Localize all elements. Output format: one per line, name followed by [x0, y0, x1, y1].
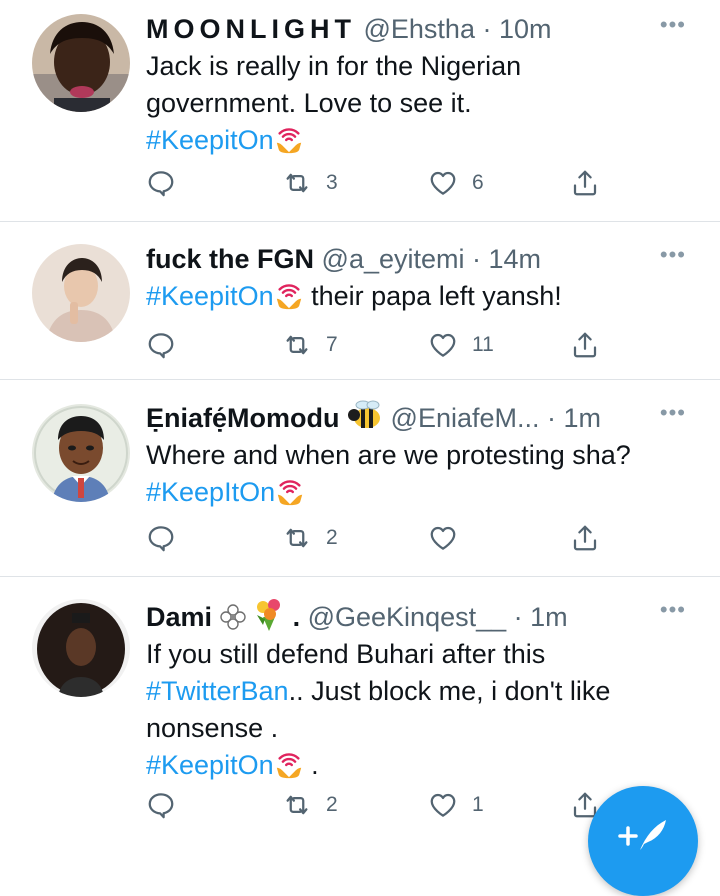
tweet-header: fuck the FGN @a_eyitemi · 14m [146, 242, 700, 276]
tweet-text-line: Jack is really in for the Nigerian [146, 51, 522, 81]
heart-icon [428, 168, 458, 198]
tweet-text-line: Where and when are we protesting sha? [146, 440, 631, 470]
retweet-icon [282, 790, 312, 820]
display-name[interactable]: Ẹniafẹ́Momodu [146, 403, 340, 433]
retweet-icon [282, 523, 312, 553]
flower-emoji-icon [219, 604, 246, 630]
bouquet-emoji-icon [257, 599, 281, 631]
tweet-text: If you still defend Buhari after this #T… [146, 636, 700, 784]
shutdown-emoji-icon [275, 476, 305, 506]
tweet-text: #KeepitOn their papa left yansh! [146, 278, 700, 315]
user-handle[interactable]: @EniafeM... [391, 403, 540, 433]
like-button[interactable]: 11 [428, 330, 494, 360]
tweet-feed: MOONLIGHT @Ehstha · 10m ••• Jack is real… [0, 0, 720, 852]
share-icon [570, 330, 600, 360]
hashtag-link[interactable]: #TwitterBan [146, 676, 289, 706]
tweet-actions: 7 11 [146, 330, 626, 370]
like-count: 11 [472, 333, 494, 356]
compose-tweet-icon [618, 820, 666, 850]
tweet-text-line: If you still defend Buhari after this [146, 639, 546, 669]
tweet-header: Dami . @GeeKinqest__ · 1m [146, 597, 700, 634]
reply-icon [146, 168, 176, 198]
shutdown-emoji-icon [274, 280, 304, 310]
tweet-actions: 3 6 [146, 168, 626, 208]
hashtag-link[interactable]: #KeepItOn [146, 477, 275, 507]
retweet-count: 7 [326, 333, 338, 356]
heart-icon [428, 330, 458, 360]
reply-button[interactable] [146, 790, 176, 820]
tweet-text: Jack is really in for the Nigerian gover… [146, 48, 700, 159]
bee-emoji-icon [348, 400, 381, 428]
compose-tweet-button[interactable] [588, 786, 698, 896]
retweet-icon [282, 168, 312, 198]
retweet-button[interactable]: 7 [282, 330, 338, 360]
like-button[interactable] [428, 523, 458, 553]
share-button[interactable] [570, 168, 600, 198]
display-name[interactable]: Dami [146, 602, 212, 632]
tweet-text-trailing: . [303, 750, 319, 780]
avatar[interactable] [32, 244, 130, 342]
timestamp[interactable]: · 14m [472, 244, 541, 274]
retweet-icon [282, 330, 312, 360]
tweet[interactable]: MOONLIGHT @Ehstha · 10m ••• Jack is real… [0, 0, 720, 222]
tweet-header: Ẹniafẹ́Momodu @EniafeM... · 1m [146, 400, 700, 435]
timestamp[interactable]: · 1m [547, 403, 601, 433]
tweet-text: Where and when are we protesting sha? #K… [146, 437, 700, 511]
share-button[interactable] [570, 523, 600, 553]
user-handle[interactable]: @GeeKinqest__ [308, 602, 507, 632]
retweet-count: 3 [326, 171, 338, 194]
like-button[interactable]: 1 [428, 790, 484, 820]
user-handle[interactable]: @Ehstha [364, 14, 475, 44]
more-options-icon[interactable]: ••• [660, 12, 686, 38]
share-button[interactable] [570, 330, 600, 360]
heart-icon [428, 790, 458, 820]
reply-button[interactable] [146, 168, 176, 198]
timestamp[interactable]: · 1m [514, 602, 568, 632]
hashtag-link[interactable]: #KeepitOn [146, 125, 274, 155]
user-handle[interactable]: @a_eyitemi [322, 244, 465, 274]
display-name[interactable]: MOONLIGHT [146, 14, 356, 44]
share-icon [570, 523, 600, 553]
display-name[interactable]: fuck the FGN [146, 244, 314, 274]
more-options-icon[interactable]: ••• [660, 400, 686, 426]
like-button[interactable]: 6 [428, 168, 484, 198]
retweet-count: 2 [326, 526, 338, 549]
reply-icon [146, 523, 176, 553]
shutdown-emoji-icon [274, 124, 304, 154]
tweet-text-line: .. Just block me, i don't like [288, 676, 611, 706]
reply-button[interactable] [146, 330, 176, 360]
tweet[interactable]: fuck the FGN @a_eyitemi · 14m ••• #Keepi… [0, 222, 720, 380]
tweet-actions: 2 1 [146, 790, 626, 830]
tweet-text-line: government. Love to see it. [146, 88, 472, 118]
retweet-count: 2 [326, 793, 338, 816]
tweet-header: MOONLIGHT @Ehstha · 10m [146, 12, 700, 46]
like-count: 6 [472, 171, 484, 194]
reply-icon [146, 330, 176, 360]
tweet-actions: 2 [146, 523, 626, 563]
tweet-text-line: nonsense . [146, 713, 279, 743]
more-options-icon[interactable]: ••• [660, 597, 686, 623]
shutdown-emoji-icon [274, 749, 304, 779]
retweet-button[interactable]: 3 [282, 168, 338, 198]
retweet-button[interactable]: 2 [282, 790, 338, 820]
avatar[interactable] [32, 14, 130, 112]
avatar[interactable] [32, 404, 130, 502]
hashtag-link[interactable]: #KeepitOn [146, 750, 274, 780]
reply-icon [146, 790, 176, 820]
hashtag-link[interactable]: #KeepitOn [146, 281, 274, 311]
avatar[interactable] [32, 599, 130, 697]
timestamp[interactable]: · 10m [482, 14, 551, 44]
reply-button[interactable] [146, 523, 176, 553]
retweet-button[interactable]: 2 [282, 523, 338, 553]
share-icon [570, 168, 600, 198]
heart-icon [428, 523, 458, 553]
more-options-icon[interactable]: ••• [660, 242, 686, 268]
display-name-suffix: . [292, 602, 301, 632]
tweet[interactable]: Ẹniafẹ́Momodu @EniafeM... · 1m ••• Where… [0, 380, 720, 577]
tweet-text-line: their papa left yansh! [311, 281, 562, 311]
like-count: 1 [472, 793, 484, 816]
